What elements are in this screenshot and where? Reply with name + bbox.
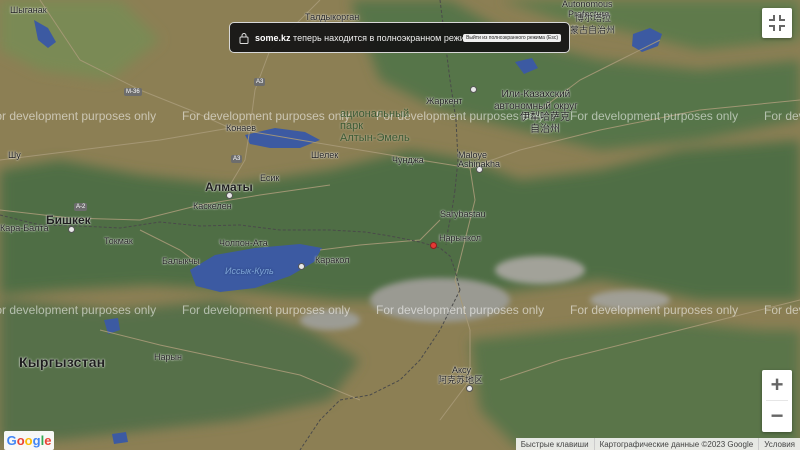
terrain-layer [0, 0, 800, 450]
place-label: Нарын [154, 352, 182, 362]
road-label: A-2 [74, 203, 88, 211]
lock-icon [239, 32, 249, 44]
exit-fullscreen-button[interactable]: Выйти из полноэкранного режима (Esc) [463, 34, 561, 42]
google-logo[interactable]: Google [4, 431, 54, 450]
logo-letter: o [16, 433, 25, 448]
logo-letter: g [32, 433, 41, 448]
dev-watermark: For development purposes only [570, 109, 739, 123]
place-label: Токмак [104, 236, 133, 246]
lake-label: Иссык-Куль [225, 266, 274, 276]
region-label: 伊犁哈萨克 自治州 [520, 112, 570, 135]
zoom-out-button[interactable]: − [762, 401, 792, 431]
city-dot [470, 86, 477, 93]
place-label: Кара-Балта [0, 223, 49, 233]
place-label: 博尔塔拉 [575, 13, 612, 23]
place-label: Каракол [315, 255, 350, 265]
attribution-bar: Быстрые клавиши Картографические данные … [515, 438, 800, 450]
place-label: Жаркент [426, 96, 463, 106]
place-label: Autonomous [562, 0, 613, 9]
city-dot [466, 385, 473, 392]
city-dot [68, 226, 75, 233]
road-label: A3 [231, 155, 243, 163]
road-label: A3 [254, 78, 266, 86]
place-label: 蒙古自治州 [570, 25, 616, 35]
place-label: Конаев [226, 123, 257, 133]
logo-letter: G [6, 433, 17, 448]
place-label: Sarybastau [440, 209, 486, 219]
map-canvas[interactable]: For development purposes only For develo… [0, 0, 800, 450]
terms-link[interactable]: Условия [758, 438, 800, 450]
zoom-in-button[interactable]: + [762, 370, 792, 400]
place-label: Чунджа [392, 155, 424, 165]
fullscreen-text: теперь находится в полноэкранном режиме [293, 32, 477, 43]
logo-letter: e [44, 433, 52, 448]
city-label-almaty: Алматы [205, 180, 253, 194]
place-label: Аксу [452, 365, 472, 375]
dev-watermark: For development purposes only [764, 109, 800, 123]
town-dot [298, 263, 305, 270]
exit-fullscreen-icon [769, 15, 785, 31]
place-label: Есик [260, 173, 280, 183]
zoom-control: + − [762, 370, 792, 432]
city-label-bishkek: Бишкек [46, 213, 91, 227]
map-data-label: Картографические данные ©2023 Google [593, 438, 759, 450]
place-label: Каскелен [193, 201, 232, 211]
dev-watermark: For development purposes only [182, 109, 351, 123]
country-label-kyrgyzstan: Кыргызстан [19, 354, 106, 370]
keyboard-shortcuts-link[interactable]: Быстрые клавиши [516, 438, 594, 450]
dev-watermark: For development purposes only [764, 303, 800, 317]
region-label: Или-Казахский автономный округ [494, 89, 578, 112]
dev-watermark: For development purposes only [0, 109, 157, 123]
road-label: M-36 [124, 88, 142, 96]
lake-bottom [112, 432, 128, 444]
fullscreen-message: some.kz теперь находится в полноэкранном… [255, 33, 476, 43]
dev-watermark: For development purposes only [182, 303, 351, 317]
fullscreen-toggle-button[interactable] [762, 8, 792, 38]
dev-watermark: For development purposes only [0, 303, 157, 317]
place-label: Шелек [311, 150, 339, 160]
place-label: Шыганак [10, 5, 47, 15]
fullscreen-notice: some.kz теперь находится в полноэкранном… [229, 22, 570, 53]
location-marker[interactable] [430, 242, 437, 249]
logo-letter: o [24, 433, 33, 448]
place-label: Нарынкол [439, 233, 482, 243]
place-label: 阿克苏地区 [438, 375, 484, 385]
place-label: Чолпон-Ата [219, 238, 268, 248]
place-label: Талдыкорган [305, 12, 360, 22]
place-label: Шу [8, 150, 21, 160]
park-label: ациональный парк Алтын-Эмель [340, 108, 410, 145]
dev-watermark: For development purposes only [570, 303, 739, 317]
place-label: Балыкчы [162, 256, 200, 266]
fullscreen-domain: some.kz [255, 32, 291, 43]
place-label: Maloye Ashinakha [458, 150, 501, 169]
dev-watermark: For development purposes only [376, 303, 545, 317]
